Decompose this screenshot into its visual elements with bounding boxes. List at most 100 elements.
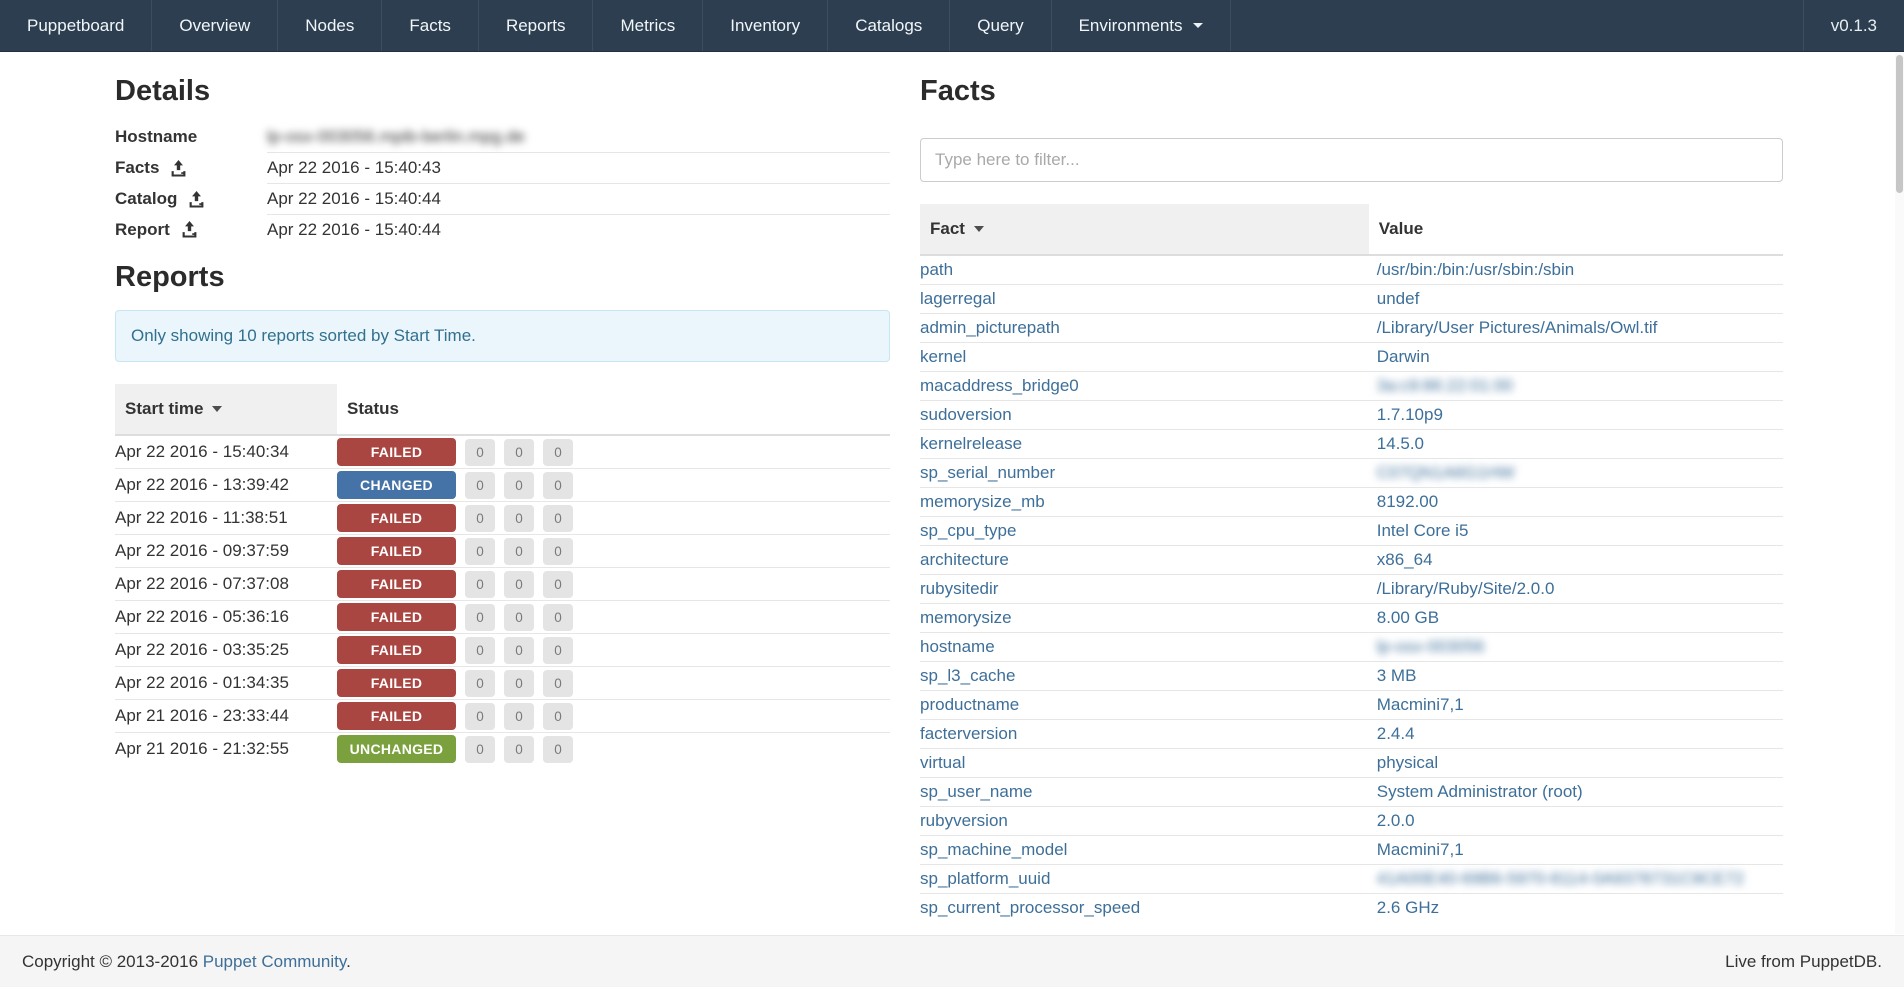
- fact-name-link[interactable]: facterversion: [920, 724, 1017, 743]
- report-count-badge: 0: [504, 637, 534, 664]
- navbar-item-overview[interactable]: Overview: [152, 0, 278, 51]
- report-status-cell: FAILED000: [337, 435, 890, 469]
- fact-name-link[interactable]: admin_picturepath: [920, 318, 1060, 337]
- fact-name-cell: lagerregal: [920, 285, 1369, 314]
- copyright-suffix: .: [346, 952, 351, 971]
- fact-value-text: 3 MB: [1377, 666, 1417, 685]
- fact-value-text: 2.0.0: [1377, 811, 1415, 830]
- report-status-cell: FAILED000: [337, 700, 890, 733]
- report-row: Apr 22 2016 - 11:38:51FAILED000: [115, 502, 890, 535]
- report-count-badge: 0: [504, 505, 534, 532]
- facts-column: Facts Fact Value path/usr/bin:/bin:/usr/…: [920, 52, 1783, 922]
- scrollbar-track[interactable]: [1895, 53, 1904, 934]
- report-start-time: Apr 22 2016 - 07:37:08: [115, 568, 337, 601]
- navbar-item-nodes[interactable]: Nodes: [278, 0, 382, 51]
- fact-name-link[interactable]: path: [920, 260, 953, 279]
- upload-icon[interactable]: [181, 221, 198, 238]
- report-status-badge[interactable]: FAILED: [337, 636, 456, 664]
- puppetdb-status-text: Live from PuppetDB.: [1725, 952, 1882, 972]
- fact-name-link[interactable]: sp_user_name: [920, 782, 1032, 801]
- fact-name-link[interactable]: productname: [920, 695, 1019, 714]
- fact-row: sp_platform_uuid 41A00E40-69B6-5970-8114-…: [920, 865, 1783, 894]
- details-label-text: Facts: [115, 158, 159, 178]
- fact-name-link[interactable]: kernelrelease: [920, 434, 1022, 453]
- facts-table-body: path/usr/bin:/bin:/usr/sbin:/sbin lagerre…: [920, 255, 1783, 922]
- report-status-badge[interactable]: FAILED: [337, 570, 456, 598]
- details-row-value: Apr 22 2016 - 15:40:44: [267, 215, 890, 246]
- fact-name-link[interactable]: rubyversion: [920, 811, 1008, 830]
- report-status-badge[interactable]: FAILED: [337, 603, 456, 631]
- fact-name-cell: admin_picturepath: [920, 314, 1369, 343]
- fact-value-text: 41A00E40-69B6-5970-8114-0A9378731C9CE72: [1377, 869, 1744, 888]
- fact-name-link[interactable]: hostname: [920, 637, 995, 656]
- fact-name-link[interactable]: architecture: [920, 550, 1009, 569]
- details-row-label: Hostname: [115, 122, 267, 153]
- report-count-badge: 0: [465, 439, 495, 466]
- report-status-cell: FAILED000: [337, 601, 890, 634]
- fact-value-text: C07QN1A6G1HW: [1377, 463, 1515, 482]
- fact-value-text: /usr/bin:/bin:/usr/sbin:/sbin: [1377, 260, 1574, 279]
- fact-name-link[interactable]: rubysitedir: [920, 579, 998, 598]
- fact-row: sp_machine_model Macmini7,1: [920, 836, 1783, 865]
- fact-name-link[interactable]: sp_cpu_type: [920, 521, 1016, 540]
- report-count-badge: 0: [543, 571, 573, 598]
- navbar-item-inventory[interactable]: Inventory: [703, 0, 828, 51]
- navbar-brand[interactable]: Puppetboard: [0, 0, 152, 51]
- fact-value-text: lp-osx-003056: [1377, 637, 1485, 656]
- fact-name-link[interactable]: sp_l3_cache: [920, 666, 1015, 685]
- fact-name-link[interactable]: sp_machine_model: [920, 840, 1067, 859]
- report-status-badge[interactable]: FAILED: [337, 438, 456, 466]
- report-status-badge[interactable]: FAILED: [337, 669, 456, 697]
- fact-value-text: 3a:c9:86:22:01:00: [1377, 376, 1513, 395]
- facts-filter-input[interactable]: [920, 138, 1783, 182]
- fact-value-text: 1.7.10p9: [1377, 405, 1443, 424]
- navbar-item-reports[interactable]: Reports: [479, 0, 594, 51]
- navbar-environments-dropdown[interactable]: Environments: [1052, 0, 1231, 51]
- fact-name-link[interactable]: sp_platform_uuid: [920, 869, 1050, 888]
- fact-value-text: Macmini7,1: [1377, 840, 1464, 859]
- reports-column-start-time[interactable]: Start time: [115, 384, 337, 435]
- report-count-badge: 0: [504, 472, 534, 499]
- fact-name-cell: path: [920, 255, 1369, 285]
- report-count-badge: 0: [504, 736, 534, 763]
- fact-value-text: 2.4.4: [1377, 724, 1415, 743]
- navbar-item-metrics[interactable]: Metrics: [593, 0, 703, 51]
- report-status-badge[interactable]: CHANGED: [337, 471, 456, 499]
- report-start-time: Apr 22 2016 - 03:35:25: [115, 634, 337, 667]
- facts-column-value[interactable]: Value: [1369, 204, 1783, 255]
- fact-name-link[interactable]: memorysize: [920, 608, 1012, 627]
- report-row: Apr 21 2016 - 23:33:44FAILED000: [115, 700, 890, 733]
- reports-column-status[interactable]: Status: [337, 384, 890, 435]
- fact-name-link[interactable]: sp_current_processor_speed: [920, 898, 1140, 917]
- facts-column-fact[interactable]: Fact: [920, 204, 1369, 255]
- fact-row: sp_current_processor_speed2.6 GHz: [920, 894, 1783, 923]
- puppet-community-link[interactable]: Puppet Community: [203, 952, 346, 971]
- fact-name-cell: sp_user_name: [920, 778, 1369, 807]
- report-row: Apr 21 2016 - 21:32:55UNCHANGED000: [115, 733, 890, 766]
- scrollbar-thumb[interactable]: [1896, 55, 1903, 193]
- navbar-item-query[interactable]: Query: [950, 0, 1051, 51]
- fact-row: hostname lp-osx-003056: [920, 633, 1783, 662]
- details-label-text: Hostname: [115, 127, 197, 147]
- facts-column-fact-label: Fact: [930, 219, 965, 238]
- navbar-item-facts[interactable]: Facts: [382, 0, 479, 51]
- report-count-badge: 0: [504, 670, 534, 697]
- report-status-badge[interactable]: FAILED: [337, 702, 456, 730]
- fact-name-link[interactable]: kernel: [920, 347, 966, 366]
- report-status-badge[interactable]: FAILED: [337, 537, 456, 565]
- fact-name-link[interactable]: sp_serial_number: [920, 463, 1055, 482]
- fact-name-link[interactable]: macaddress_bridge0: [920, 376, 1079, 395]
- fact-name-link[interactable]: lagerregal: [920, 289, 996, 308]
- upload-icon[interactable]: [170, 160, 187, 177]
- upload-icon[interactable]: [188, 191, 205, 208]
- fact-value-text: physical: [1377, 753, 1438, 772]
- fact-name-link[interactable]: memorysize_mb: [920, 492, 1045, 511]
- details-row-label: Catalog: [115, 184, 267, 215]
- report-row: Apr 22 2016 - 13:39:42CHANGED000: [115, 469, 890, 502]
- details-value-text: lp-osx-003056.mpib-berlin.mpg.de: [267, 127, 525, 146]
- fact-name-link[interactable]: sudoversion: [920, 405, 1012, 424]
- navbar-item-catalogs[interactable]: Catalogs: [828, 0, 950, 51]
- report-status-badge[interactable]: UNCHANGED: [337, 735, 456, 763]
- fact-name-link[interactable]: virtual: [920, 753, 965, 772]
- report-status-badge[interactable]: FAILED: [337, 504, 456, 532]
